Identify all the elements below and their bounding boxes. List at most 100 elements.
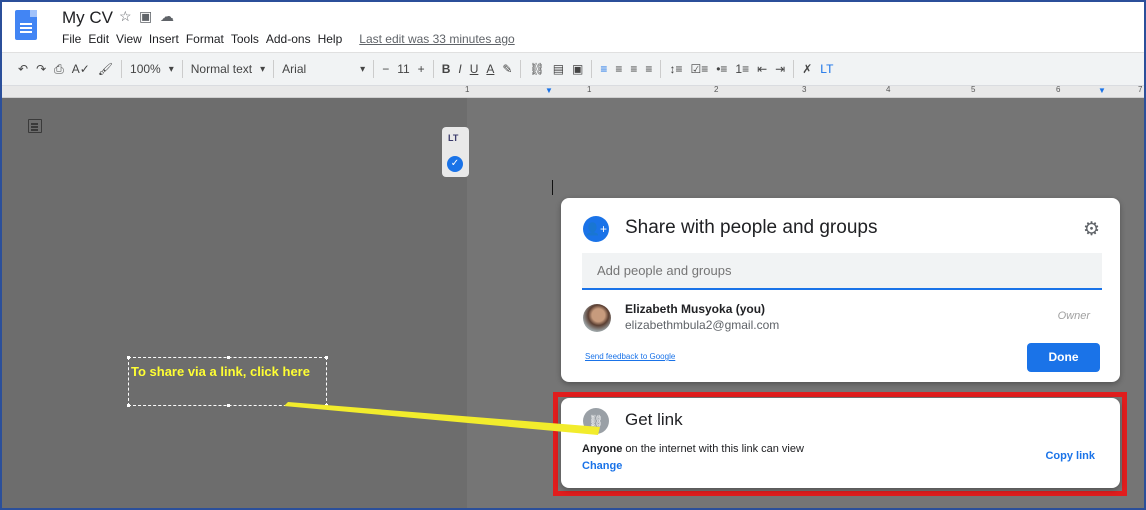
send-feedback-link[interactable]: Send feedback to Google bbox=[585, 352, 675, 361]
folder-icon[interactable]: ▣ bbox=[139, 8, 152, 25]
spellcheck-icon[interactable]: A✓ bbox=[72, 62, 90, 76]
done-button[interactable]: Done bbox=[1027, 343, 1100, 372]
ruler-mark: 1 bbox=[465, 85, 470, 94]
cloud-icon[interactable]: ☁ bbox=[160, 8, 174, 25]
zoom-dropdown-icon[interactable]: ▾ bbox=[169, 64, 174, 75]
undo-icon[interactable]: ↶ bbox=[18, 62, 28, 76]
languagetool-widget[interactable]: LT ✓ bbox=[442, 127, 469, 177]
user-name: Elizabeth Musyoka (you) bbox=[625, 302, 766, 316]
text-cursor bbox=[552, 180, 553, 195]
font-dropdown-icon[interactable]: ▾ bbox=[360, 64, 365, 75]
user-email: elizabethmbula2@gmail.com bbox=[625, 318, 780, 332]
toolbar-divider bbox=[121, 60, 123, 78]
line-spacing-icon[interactable]: ↕≡ bbox=[669, 62, 682, 76]
get-link-title: Get link bbox=[625, 410, 683, 429]
document-title[interactable]: My CV bbox=[62, 8, 113, 28]
ruler-mark: 5 bbox=[971, 85, 976, 94]
document-outline-icon[interactable] bbox=[28, 119, 42, 133]
decrease-indent-icon[interactable]: ⇤ bbox=[757, 62, 767, 76]
link-icon: ⛓ bbox=[583, 408, 609, 434]
access-description: on the internet with this link can view bbox=[622, 443, 804, 455]
add-person-icon: 👤+ bbox=[583, 216, 609, 242]
checklist-icon[interactable]: ☑≡ bbox=[690, 62, 708, 76]
menu-add-ons[interactable]: Add-ons bbox=[266, 32, 311, 46]
font-size-increase-button[interactable]: + bbox=[418, 62, 425, 76]
insert-comment-icon[interactable]: ▤ bbox=[553, 62, 564, 76]
menu-view[interactable]: View bbox=[116, 32, 142, 46]
menu-help[interactable]: Help bbox=[318, 32, 343, 46]
menu-insert[interactable]: Insert bbox=[149, 32, 179, 46]
numbered-list-icon[interactable]: 1≡ bbox=[735, 62, 749, 76]
menu-edit[interactable]: Edit bbox=[88, 32, 109, 46]
toolbar-divider bbox=[432, 60, 434, 78]
languagetool-icon[interactable]: LT bbox=[820, 62, 833, 76]
align-center-icon[interactable]: ≡ bbox=[615, 62, 622, 76]
insert-image-icon[interactable]: ▣ bbox=[572, 62, 583, 76]
header: My CV ☆ ▣ ☁ File Edit View Insert Format… bbox=[2, 2, 1144, 52]
style-select[interactable]: Normal text bbox=[191, 62, 252, 76]
bold-icon[interactable]: B bbox=[442, 62, 451, 76]
align-justify-icon[interactable]: ≡ bbox=[645, 62, 652, 76]
annotation-text: To share via a link, click here bbox=[131, 364, 310, 379]
settings-icon[interactable]: ⚙ bbox=[1083, 218, 1100, 241]
ruler-mark: 6 bbox=[1056, 85, 1061, 94]
star-icon[interactable]: ☆ bbox=[119, 8, 132, 25]
menu-file[interactable]: File bbox=[62, 32, 81, 46]
get-link-panel[interactable]: ⛓ Get link Anyone on the internet with t… bbox=[561, 398, 1120, 488]
font-select[interactable]: Arial bbox=[282, 62, 352, 76]
resize-handle bbox=[325, 356, 328, 359]
italic-icon[interactable]: I bbox=[458, 62, 461, 76]
toolbar-divider bbox=[520, 60, 522, 78]
underline-icon[interactable]: U bbox=[470, 62, 479, 76]
ruler-mark: 3 bbox=[802, 85, 807, 94]
toolbar-divider bbox=[793, 60, 795, 78]
check-icon[interactable]: ✓ bbox=[447, 156, 463, 172]
resize-handle bbox=[227, 404, 230, 407]
paint-format-icon[interactable]: 🖌 bbox=[98, 62, 113, 76]
ruler[interactable]: 1 1 2 3 4 5 6 7 ▼ ▼ bbox=[2, 85, 1144, 98]
copy-link-button[interactable]: Copy link bbox=[1045, 450, 1095, 462]
resize-handle bbox=[325, 404, 328, 407]
change-link[interactable]: Change bbox=[582, 460, 622, 472]
zoom-select[interactable]: 100% bbox=[130, 62, 161, 76]
left-indent-marker-icon[interactable]: ▼ bbox=[545, 86, 553, 95]
ruler-mark: 1 bbox=[587, 85, 592, 94]
font-size-decrease-button[interactable]: − bbox=[382, 62, 389, 76]
last-edit-link[interactable]: Last edit was 33 minutes ago bbox=[359, 32, 514, 46]
menu-tools[interactable]: Tools bbox=[231, 32, 259, 46]
redo-icon[interactable]: ↷ bbox=[36, 62, 46, 76]
ruler-mark: 4 bbox=[886, 85, 891, 94]
app-window: My CV ☆ ▣ ☁ File Edit View Insert Format… bbox=[0, 0, 1146, 510]
docs-logo-icon[interactable] bbox=[15, 10, 37, 40]
print-icon[interactable]: ⎙ bbox=[54, 62, 64, 77]
increase-indent-icon[interactable]: ⇥ bbox=[775, 62, 785, 76]
add-people-input[interactable] bbox=[582, 253, 1102, 290]
right-indent-marker-icon[interactable]: ▼ bbox=[1098, 86, 1106, 95]
ruler-mark: 2 bbox=[714, 85, 719, 94]
style-dropdown-icon[interactable]: ▾ bbox=[260, 64, 265, 75]
toolbar-divider bbox=[181, 60, 183, 78]
font-size-input[interactable]: 11 bbox=[397, 62, 409, 76]
bulleted-list-icon[interactable]: •≡ bbox=[716, 62, 727, 76]
clear-formatting-icon[interactable]: ✗ bbox=[802, 62, 812, 76]
ruler-mark: 7 bbox=[1138, 85, 1143, 94]
resize-handle bbox=[227, 356, 230, 359]
menu-bar: File Edit View Insert Format Tools Add-o… bbox=[62, 32, 515, 46]
role-label: Owner bbox=[1057, 310, 1090, 322]
text-color-icon[interactable]: A bbox=[486, 62, 494, 76]
highlight-icon[interactable]: ✎ bbox=[502, 62, 512, 76]
align-right-icon[interactable]: ≡ bbox=[630, 62, 637, 76]
link-access-description: Anyone on the internet with this link ca… bbox=[582, 443, 804, 455]
annotation-callout: To share via a link, click here bbox=[127, 356, 328, 407]
languagetool-logo: LT bbox=[448, 133, 459, 143]
share-dialog-title: Share with people and groups bbox=[625, 217, 878, 238]
resize-handle bbox=[127, 356, 130, 359]
toolbar-divider bbox=[660, 60, 662, 78]
insert-link-icon[interactable]: ⛓ bbox=[529, 62, 544, 76]
toolbar-divider bbox=[273, 60, 275, 78]
menu-format[interactable]: Format bbox=[186, 32, 224, 46]
align-left-icon[interactable]: ≡ bbox=[600, 62, 607, 76]
resize-handle bbox=[127, 404, 130, 407]
share-dialog: 👤+ Share with people and groups ⚙ Elizab… bbox=[561, 198, 1120, 382]
toolbar: ↶ ↷ ⎙ A✓ 🖌 100% ▾ Normal text ▾ Arial ▾ … bbox=[2, 52, 1144, 86]
